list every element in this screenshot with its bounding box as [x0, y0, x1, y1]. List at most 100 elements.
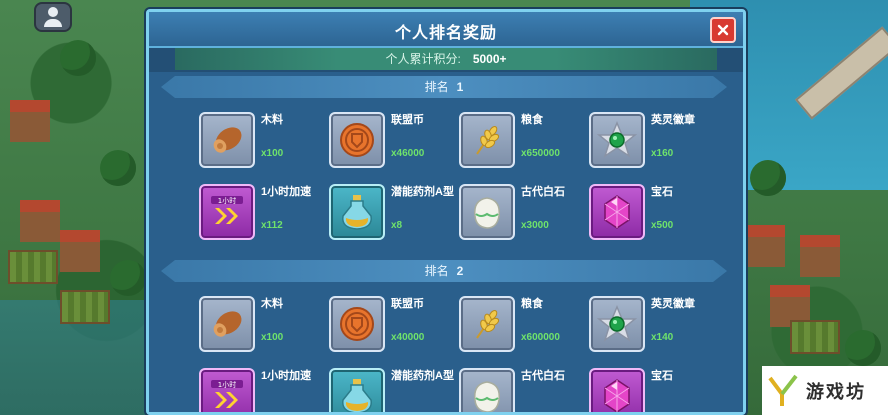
ranking-reward-dialog: 个人排名奖励 个人累计积分: 5000+ 排名 1 木料 x100 联盟币 x46000 粮…	[146, 9, 746, 415]
reward-item-quantity: x600000	[521, 332, 560, 343]
reward-item[interactable]: 宝石 x500	[589, 178, 719, 250]
reward-item-name: 潜能药剂A型	[391, 370, 454, 382]
reward-item[interactable]: 联盟币 x46000	[329, 106, 459, 178]
reward-item[interactable]: 粮食 x650000	[459, 106, 589, 178]
reward-item-name: 英灵徽章	[651, 298, 695, 310]
reward-item[interactable]: 古代白石 x3000	[459, 178, 589, 250]
player-avatar-button[interactable]	[34, 2, 72, 32]
alliance-coin-icon[interactable]	[329, 296, 385, 352]
house	[745, 225, 785, 267]
hero-badge-icon[interactable]	[589, 296, 645, 352]
wheat-icon[interactable]	[459, 296, 515, 352]
reward-item-name: 潜能药剂A型	[391, 186, 454, 198]
potion-icon[interactable]	[329, 184, 385, 240]
reward-item[interactable]: 1小时 1小时加速	[199, 362, 329, 412]
gem-icon[interactable]	[589, 368, 645, 412]
gem-icon[interactable]	[589, 184, 645, 240]
reward-item-name: 粮食	[521, 298, 543, 310]
farm-field	[790, 320, 840, 354]
reward-item-name: 1小时加速	[261, 370, 312, 382]
hero-badge-icon-graphic	[597, 305, 637, 342]
reward-item[interactable]: 潜能药剂A型 x8	[329, 178, 459, 250]
rank-label: 排名	[424, 80, 449, 94]
reward-item[interactable]: 宝石	[589, 362, 719, 412]
close-button[interactable]	[710, 17, 736, 43]
potion-icon-graphic	[342, 379, 372, 412]
watermark-logo: 游戏坊	[762, 366, 888, 415]
reward-item[interactable]: 联盟币 x40000	[329, 290, 459, 362]
speedup-1h-icon[interactable]: 1小时	[199, 184, 255, 240]
reward-item-quantity: x100	[261, 332, 284, 343]
rank-2-rewards: 木料 x100 联盟币 x40000 粮食 x600000 英灵徽章 x140 1小时 1小时加速…	[199, 290, 719, 412]
svg-text:1小时: 1小时	[218, 380, 236, 389]
reward-item-quantity: x3000	[521, 220, 549, 231]
rank-number: 1	[456, 80, 464, 94]
reward-item[interactable]: 木料 x100	[199, 290, 329, 362]
potion-icon[interactable]	[329, 368, 385, 412]
wheat-icon[interactable]	[459, 112, 515, 168]
tree	[750, 160, 786, 196]
watermark-text: 游戏坊	[806, 381, 866, 402]
tree	[110, 260, 146, 296]
white-stone-icon[interactable]	[459, 368, 515, 412]
avatar-head-icon	[48, 7, 58, 17]
reward-item[interactable]: 英灵徽章 x160	[589, 106, 719, 178]
reward-item-name: 古代白石	[521, 370, 565, 382]
potion-icon-graphic	[342, 195, 372, 230]
tree	[60, 40, 96, 76]
wheat-icon-graphic	[476, 126, 500, 155]
gem-icon-graphic	[604, 195, 630, 229]
wood-log-icon-graphic	[213, 311, 242, 337]
reward-item-quantity: x46000	[391, 148, 425, 159]
personal-score-bar: 个人累计积分: 5000+	[175, 48, 717, 70]
reward-item[interactable]: 英灵徽章 x140	[589, 290, 719, 362]
hero-badge-icon[interactable]	[589, 112, 645, 168]
reward-item-quantity: x8	[391, 220, 403, 231]
alliance-coin-icon-graphic	[340, 307, 374, 341]
reward-item[interactable]: 粮食 x600000	[459, 290, 589, 362]
dialog-title: 个人排名奖励	[394, 25, 497, 42]
svg-text:1小时: 1小时	[218, 196, 236, 205]
reward-item-quantity: x650000	[521, 148, 560, 159]
reward-item-name: 英灵徽章	[651, 114, 695, 126]
white-stone-icon-graphic	[474, 381, 500, 412]
reward-item[interactable]: 潜能药剂A型	[329, 362, 459, 412]
alliance-coin-icon[interactable]	[329, 112, 385, 168]
reward-item-name: 联盟币	[391, 298, 424, 310]
reward-item-name: 宝石	[651, 186, 673, 198]
reward-item-quantity: x160	[651, 148, 674, 159]
reward-item[interactable]: 1小时 1小时加速 x112	[199, 178, 329, 250]
wood-log-icon-graphic	[213, 127, 242, 153]
reward-item[interactable]: 古代白石	[459, 362, 589, 412]
speedup-1h-icon-graphic: 1小时	[211, 196, 243, 224]
reward-item-name: 木料	[261, 298, 283, 310]
reward-item[interactable]: 木料 x100	[199, 106, 329, 178]
avatar-body-icon	[44, 19, 62, 27]
score-label: 个人累计积分:	[385, 52, 461, 66]
farm-field	[60, 290, 110, 324]
speedup-1h-icon[interactable]: 1小时	[199, 368, 255, 412]
reward-item-name: 宝石	[651, 370, 673, 382]
white-stone-icon[interactable]	[459, 184, 515, 240]
close-icon	[717, 24, 729, 36]
reward-item-quantity: x140	[651, 332, 674, 343]
reward-item-name: 粮食	[521, 114, 543, 126]
score-value: 5000+	[472, 52, 507, 66]
house	[800, 235, 840, 277]
house	[20, 200, 60, 242]
reward-list[interactable]: 排名 1 木料 x100 联盟币 x46000 粮食 x650000 英灵徽章 x160 1小时 1…	[149, 72, 743, 412]
gem-icon-graphic	[604, 379, 630, 412]
reward-item-quantity: x100	[261, 148, 284, 159]
wood-log-icon[interactable]	[199, 296, 255, 352]
tree	[100, 150, 136, 186]
reward-item-quantity: x500	[651, 220, 674, 231]
reward-item-quantity: x40000	[391, 332, 425, 343]
rank-number: 2	[456, 264, 464, 278]
house	[10, 100, 50, 142]
wood-log-icon[interactable]	[199, 112, 255, 168]
reward-item-name: 木料	[261, 114, 283, 126]
tree	[845, 330, 881, 366]
wheat-icon-graphic	[476, 310, 500, 339]
house	[60, 230, 100, 272]
reward-item-name: 1小时加速	[261, 186, 312, 198]
